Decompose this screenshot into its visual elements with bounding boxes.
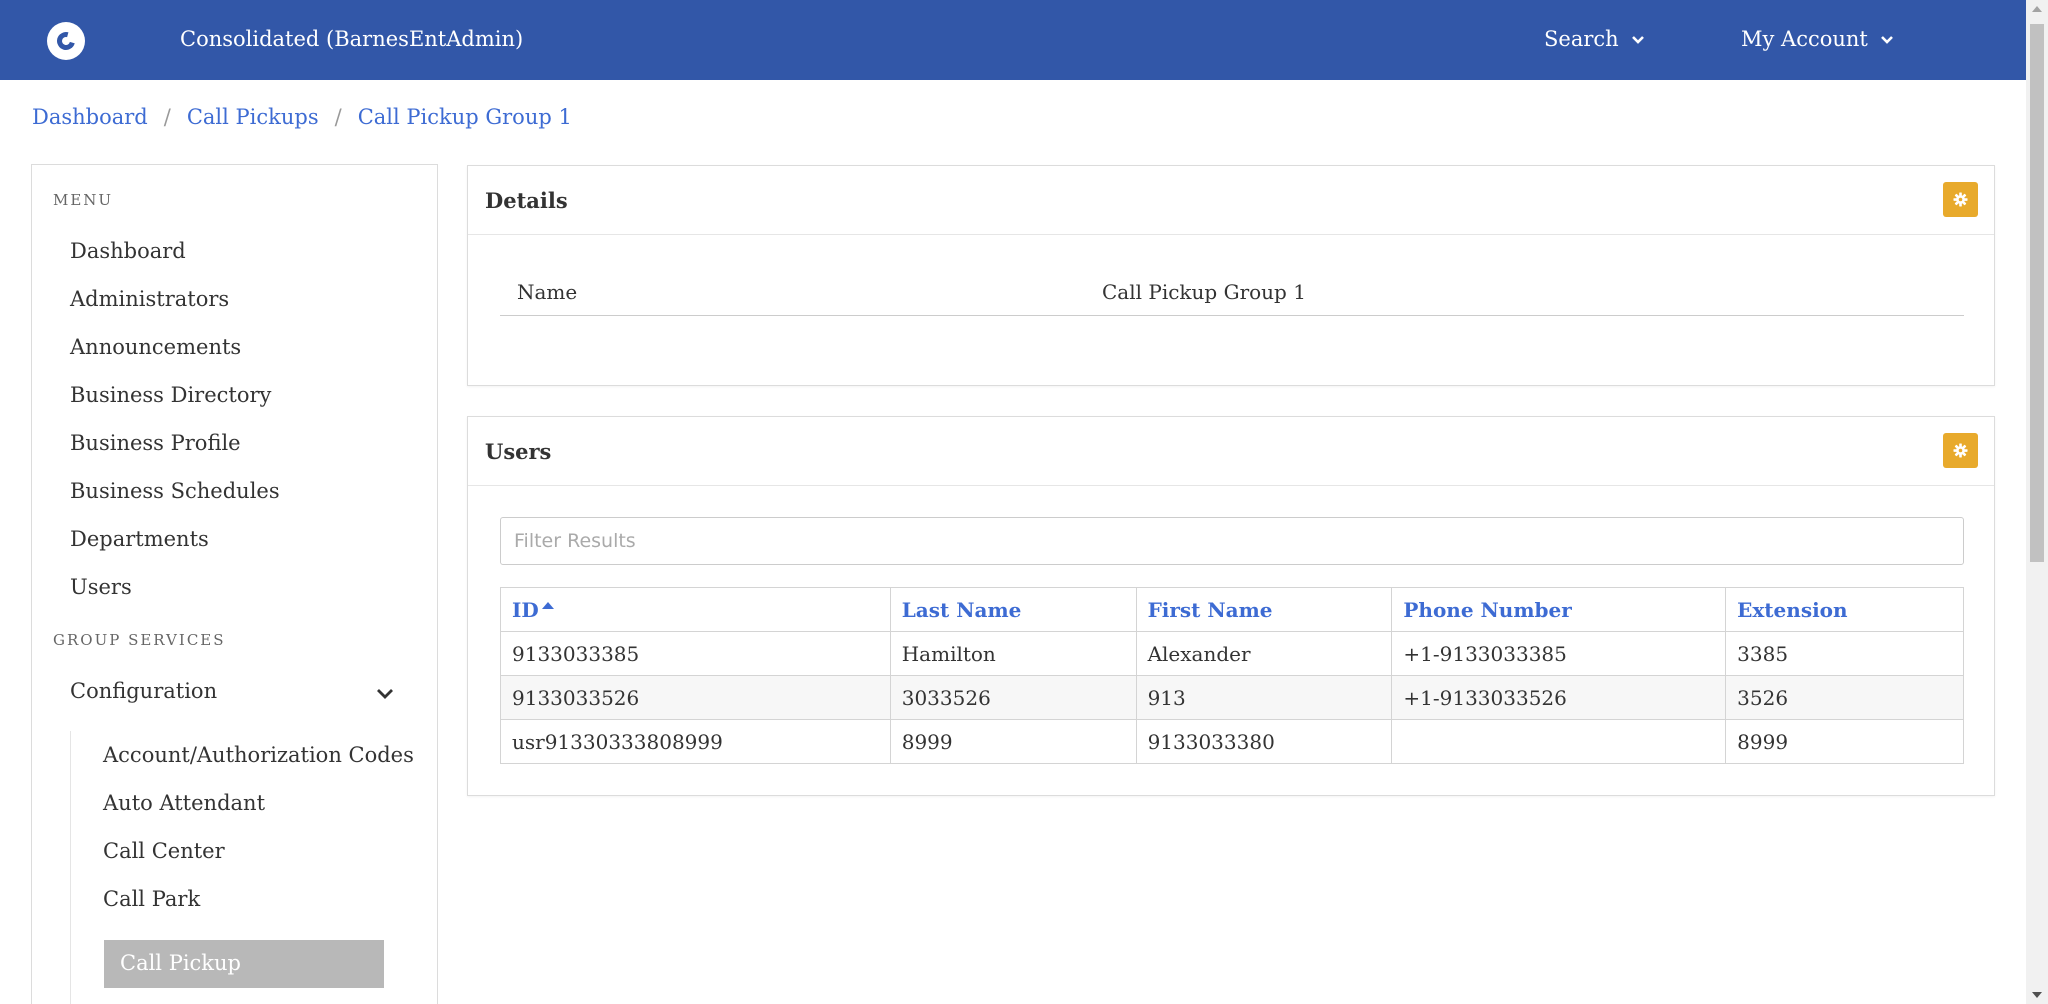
users-title: Users [485, 439, 552, 464]
cell-last-name: Hamilton [889, 631, 1137, 676]
column-header-id[interactable]: ID [500, 587, 891, 632]
cell-id: 9133033385 [500, 631, 891, 676]
cell-phone-number: +1-9133033385 [1391, 631, 1727, 676]
sort-ascending-icon [541, 601, 554, 609]
sidebar-item-business-profile[interactable]: Business Profile [70, 431, 241, 455]
filter-results-input[interactable] [500, 517, 1964, 565]
sidebar-item-announcements[interactable]: Announcements [70, 335, 241, 359]
details-settings-button[interactable] [1943, 182, 1978, 217]
cell-extension: 3385 [1725, 631, 1964, 676]
breadcrumb-dashboard[interactable]: Dashboard [32, 105, 148, 129]
sidebar-item-account-authorization-codes[interactable]: Account/Authorization Codes [103, 743, 414, 767]
sidebar-item-dashboard[interactable]: Dashboard [70, 239, 186, 263]
page-scrollbar[interactable] [2026, 0, 2048, 1004]
table-header-row: ID Last Name First Name Phone Number Ext… [500, 587, 1964, 632]
sidebar-item-departments[interactable]: Departments [70, 527, 209, 551]
detail-name-value: Call Pickup Group 1 [1102, 280, 1306, 304]
users-table: ID Last Name First Name Phone Number Ext… [500, 587, 1964, 764]
cell-phone-number: +1-9133033526 [1391, 675, 1727, 720]
column-header-phone-number[interactable]: Phone Number [1391, 587, 1727, 632]
details-panel: Details Name Call Pickup Group 1 [467, 165, 1995, 386]
details-title: Details [485, 188, 568, 213]
details-panel-header: Details [468, 166, 1994, 235]
sidebar-item-business-schedules[interactable]: Business Schedules [70, 479, 280, 503]
cell-id: 9133033526 [500, 675, 891, 720]
column-header-first-name[interactable]: First Name [1135, 587, 1393, 632]
cell-extension: 8999 [1725, 719, 1964, 764]
breadcrumb-separator: / [163, 105, 171, 129]
sidebar-item-administrators[interactable]: Administrators [70, 287, 229, 311]
sidebar-item-configuration[interactable]: Configuration [70, 679, 217, 703]
sidebar-item-business-directory[interactable]: Business Directory [70, 383, 271, 407]
breadcrumb-separator: / [334, 105, 342, 129]
chevron-down-icon [1631, 36, 1644, 44]
chevron-down-icon[interactable] [375, 687, 395, 701]
top-navbar: Consolidated (BarnesEntAdmin) Search My … [0, 0, 2026, 80]
app-title: Consolidated (BarnesEntAdmin) [180, 27, 524, 51]
users-panel: Users ID Last Name First Name [467, 416, 1995, 796]
sidebar-item-call-park[interactable]: Call Park [103, 887, 200, 911]
breadcrumb: Dashboard / Call Pickups / Call Pickup Group… [32, 105, 572, 129]
logo-icon[interactable] [47, 22, 85, 60]
table-row[interactable]: usr91330333808999 8999 9133033380 8999 [500, 719, 1964, 764]
chevron-down-icon [1880, 36, 1893, 44]
submenu-divider [70, 731, 71, 1004]
sidebar-menu: MENU Dashboard Administrators Announceme… [31, 164, 438, 1004]
table-row[interactable]: 9133033385 Hamilton Alexander +1-9133033… [500, 631, 1964, 676]
my-account-label: My Account [1741, 27, 1868, 51]
breadcrumb-call-pickups[interactable]: Call Pickups [187, 105, 319, 129]
detail-name-label: Name [517, 280, 578, 304]
sidebar-item-call-center[interactable]: Call Center [103, 839, 225, 863]
group-services-heading: GROUP SERVICES [53, 631, 226, 649]
sidebar-item-users[interactable]: Users [70, 575, 132, 599]
gear-icon [1953, 192, 1968, 207]
sidebar-item-call-pickup[interactable]: Call Pickup [104, 940, 384, 988]
search-menu-label: Search [1544, 27, 1619, 51]
search-menu[interactable]: Search [1544, 27, 1645, 51]
scroll-thumb[interactable] [2030, 24, 2044, 562]
sidebar-item-auto-attendant[interactable]: Auto Attendant [103, 791, 265, 815]
cell-phone-number [1391, 719, 1727, 764]
column-header-extension[interactable]: Extension [1725, 587, 1964, 632]
menu-heading: MENU [53, 191, 114, 209]
cell-first-name: Alexander [1135, 631, 1393, 676]
breadcrumb-current[interactable]: Call Pickup Group 1 [358, 105, 572, 129]
cell-last-name: 8999 [889, 719, 1137, 764]
my-account-menu[interactable]: My Account [1741, 27, 1894, 51]
scroll-down-arrow-icon[interactable] [2032, 992, 2042, 998]
table-row[interactable]: 9133033526 3033526 913 +1-9133033526 352… [500, 675, 1964, 720]
cell-id: usr91330333808999 [500, 719, 891, 764]
cell-first-name: 913 [1135, 675, 1393, 720]
cell-extension: 3526 [1725, 675, 1964, 720]
detail-row-name: Name Call Pickup Group 1 [500, 266, 1964, 316]
cell-last-name: 3033526 [889, 675, 1137, 720]
users-settings-button[interactable] [1943, 433, 1978, 468]
gear-icon [1953, 443, 1968, 458]
column-header-id-label: ID [512, 597, 539, 622]
scroll-up-arrow-icon[interactable] [2032, 6, 2042, 12]
column-header-last-name[interactable]: Last Name [889, 587, 1137, 632]
cell-first-name: 9133033380 [1135, 719, 1393, 764]
users-panel-header: Users [468, 417, 1994, 486]
